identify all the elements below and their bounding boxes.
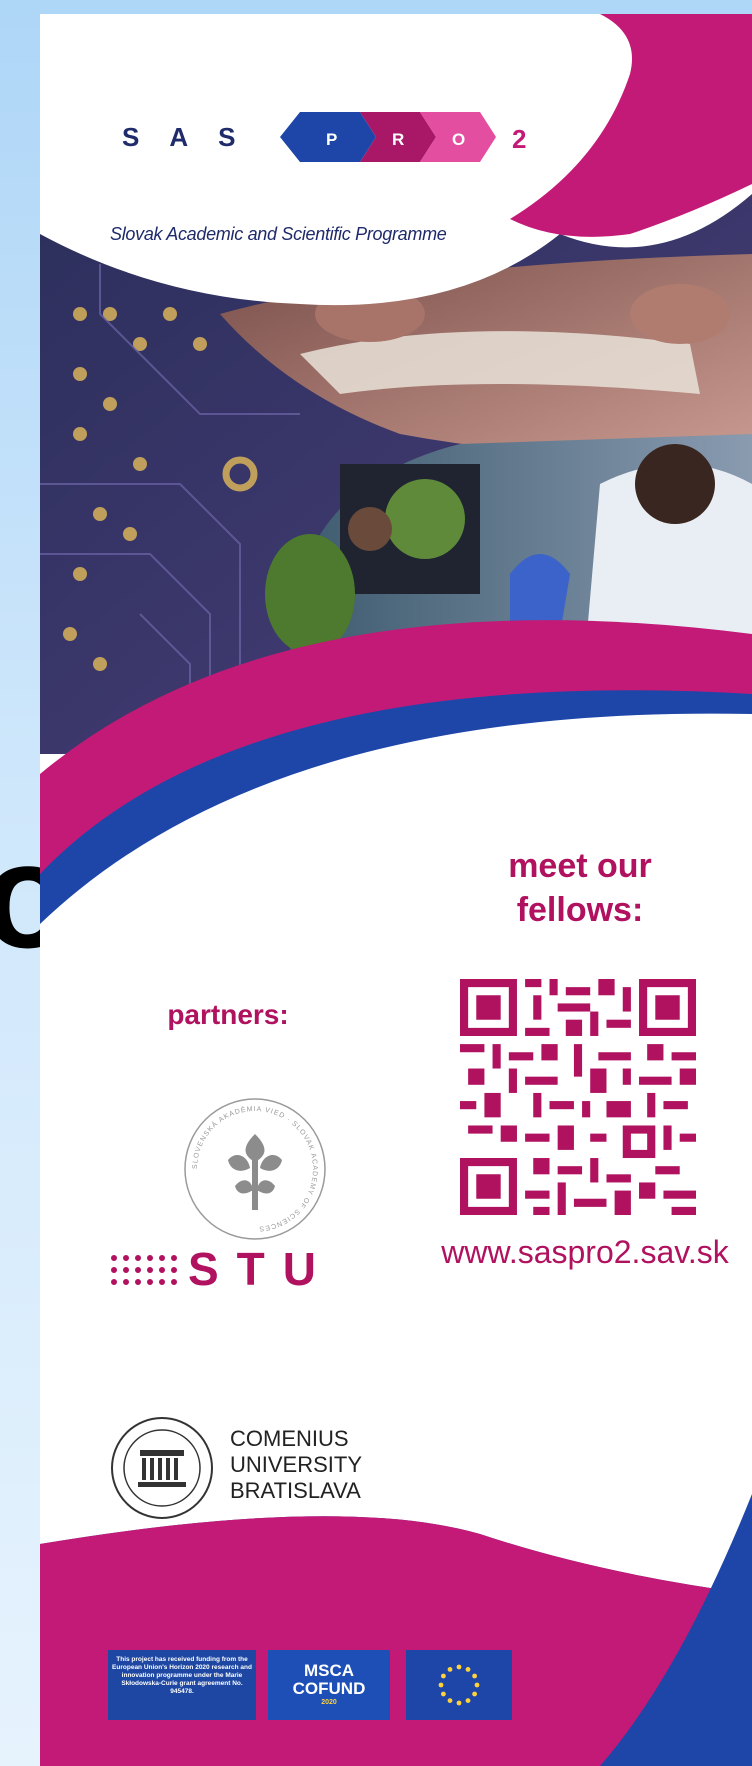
logo-chevron-p: P xyxy=(326,130,337,149)
logo-chevron-r: R xyxy=(392,130,404,149)
eu-funding-note: This project has received funding from t… xyxy=(108,1650,256,1720)
msca-cofund-logo: MSCA COFUND 2020 xyxy=(268,1650,390,1720)
comenius-university-wordmark: COMENIUS UNIVERSITY BRATISLAVA xyxy=(230,1426,362,1504)
msca-line1: MSCA xyxy=(303,1661,355,1680)
logo-sas-letters: SAS xyxy=(122,122,266,152)
comenius-line1: COMENIUS xyxy=(230,1426,349,1451)
meet-heading-line1: meet our xyxy=(508,847,652,885)
website-qr-code[interactable] xyxy=(460,979,696,1215)
programme-tagline: Slovak Academic and Scientific Programme xyxy=(110,224,447,244)
eu-flag xyxy=(406,1650,512,1720)
msca-line2: COFUND xyxy=(292,1679,366,1698)
partners-heading: partners: xyxy=(167,999,289,1030)
meet-heading-line2: fellows: xyxy=(516,891,644,929)
comenius-line3: BRATISLAVA xyxy=(230,1478,361,1503)
eu-stars-icon xyxy=(438,1664,480,1706)
stu-logo: STU xyxy=(110,1240,370,1300)
meet-fellows-heading: meet our fellows: xyxy=(460,844,700,932)
stu-dot-grid-icon xyxy=(111,1255,177,1285)
saspro2-logo: SAS P R O 2 xyxy=(110,104,570,174)
msca-line3: 2020 xyxy=(321,1699,337,1706)
logo-chevrons: P R O xyxy=(280,112,496,162)
logo-suffix: 2 xyxy=(512,124,527,154)
saspro2-banner: SAS P R O 2 Slovak Academic and Scientif… xyxy=(40,14,752,1766)
slovak-academy-seal: SLOVENSKÁ AKADÉMIA VIED · SLOVAK ACADEMY… xyxy=(184,1098,326,1240)
stu-wordmark: STU xyxy=(188,1243,334,1295)
website-link[interactable]: www.saspro2.sav.sk xyxy=(420,1234,750,1271)
comenius-university-seal xyxy=(111,1417,213,1519)
comenius-line2: UNIVERSITY xyxy=(230,1452,363,1477)
logo-chevron-o: O xyxy=(452,130,465,149)
